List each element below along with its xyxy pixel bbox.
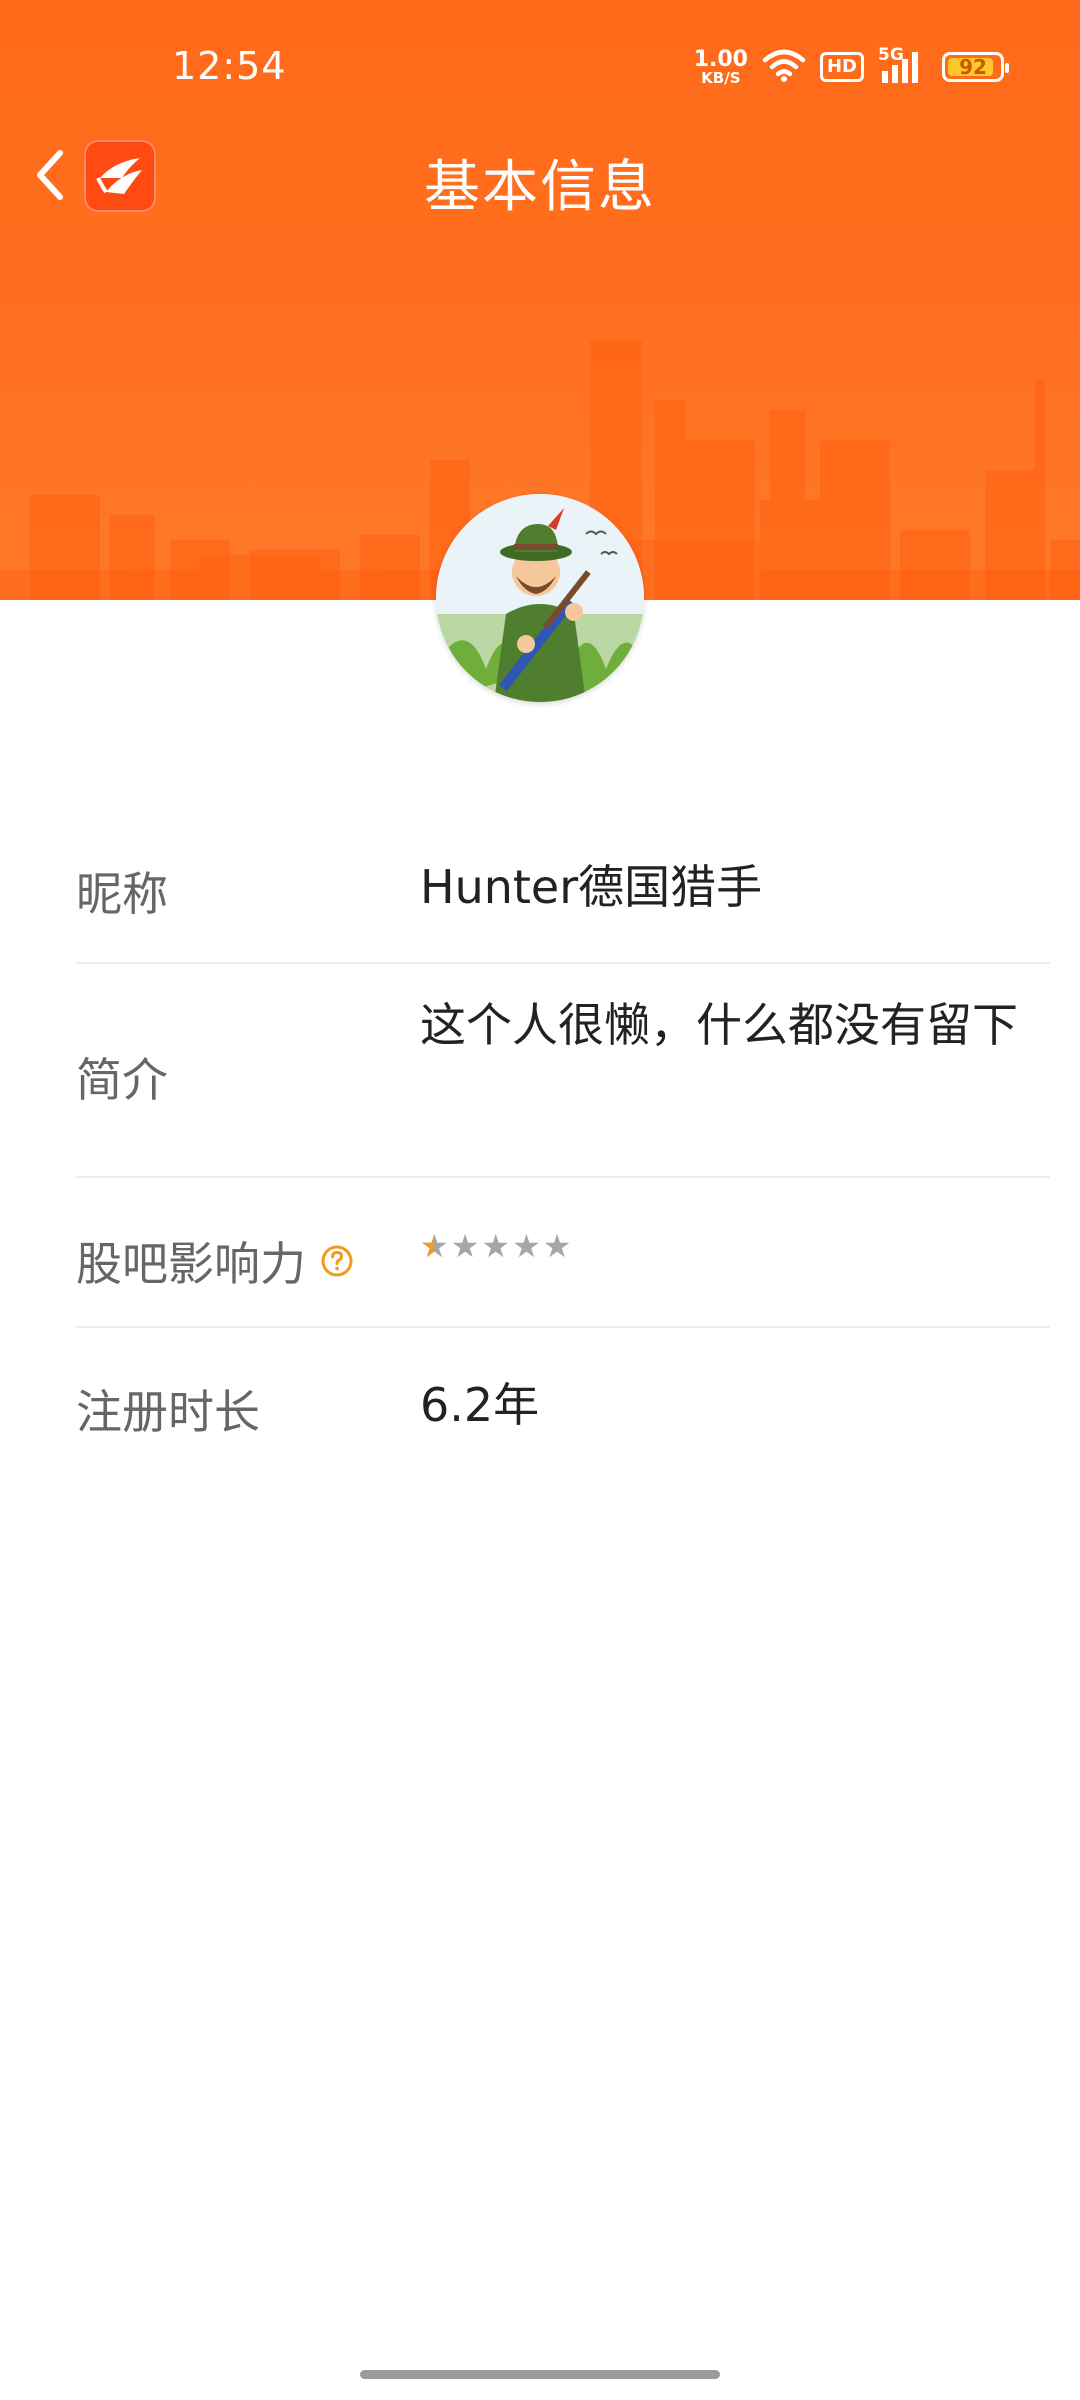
network-speed-value: 1.00: [693, 46, 748, 72]
nickname-value: Hunter德国猎手: [420, 860, 763, 914]
status-time: 12:54: [172, 44, 287, 88]
influence-rating: ★ ★ ★ ★ ★ ★: [420, 1230, 1040, 1262]
influence-label: 股吧影响力: [76, 1237, 306, 1291]
home-indicator[interactable]: [360, 2370, 720, 2379]
battery-icon: 92: [942, 52, 1009, 82]
profile-basic-info-page: 12:54 1.00 KB/S HD 5G 92 基本信息 昵称 Hunter德…: [0, 0, 1080, 2400]
nickname-label: 昵称: [76, 867, 168, 921]
status-bar: 12:54 1.00 KB/S HD 5G 92: [0, 0, 1080, 130]
network-speed-unit: KB/S: [701, 68, 741, 87]
intro-row: 简介 这个人很懒，什么都没有留下: [76, 964, 1050, 1178]
basic-info-list: 昵称 Hunter德国猎手 简介 这个人很懒，什么都没有留下 股吧影响力 ★★: [76, 810, 1050, 1478]
rating-star-4: ★: [512, 1227, 541, 1265]
cellular-signal-icon: 5G: [878, 45, 928, 85]
influence-row: 股吧影响力 ★ ★ ★ ★ ★ ★: [76, 1178, 1050, 1328]
question-icon[interactable]: [320, 1244, 354, 1278]
intro-value: 这个人很懒，什么都没有留下: [420, 998, 1018, 1052]
nickname-row: 昵称 Hunter德国猎手: [76, 810, 1050, 964]
hunter-avatar-image: [436, 494, 644, 702]
rating-star-3: ★: [481, 1227, 511, 1265]
registration-duration-value: 6.2年: [420, 1378, 540, 1432]
page-title: 基本信息: [424, 155, 656, 220]
avatar[interactable]: [436, 494, 644, 702]
status-icons: 1.00 KB/S HD 5G 92: [693, 44, 1009, 90]
wifi-icon: [762, 48, 806, 86]
battery-level: 92: [959, 55, 987, 79]
rating-star-2: ★: [450, 1227, 480, 1265]
registration-duration-label: 注册时长: [76, 1385, 260, 1439]
rating-star-5: ★: [542, 1227, 572, 1265]
network-speed: 1.00 KB/S: [693, 46, 748, 87]
intro-label: 简介: [76, 1053, 168, 1107]
rating-star-1: ★ ★: [420, 1227, 449, 1265]
hd-badge: HD: [819, 52, 864, 82]
influence-label-group: 股吧影响力: [76, 1228, 354, 1294]
registration-duration-row: 注册时长 6.2年: [76, 1328, 1050, 1478]
